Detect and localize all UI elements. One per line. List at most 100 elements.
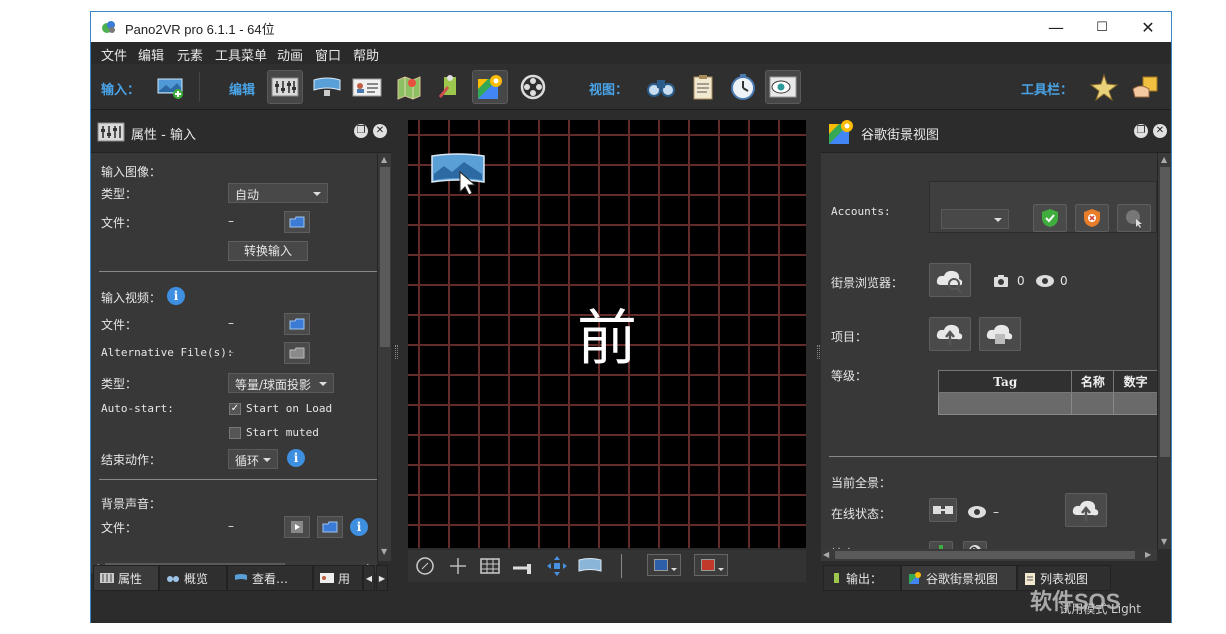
street-browser-button[interactable] — [929, 263, 971, 297]
tour-icon — [438, 75, 456, 98]
table-row[interactable] — [937, 392, 1158, 415]
open-image-file-button[interactable] — [284, 211, 310, 233]
section-divider — [99, 271, 377, 272]
face-label: 前 — [577, 304, 637, 374]
accounts-select[interactable] — [941, 209, 1009, 229]
end-action-select[interactable]: 循环 — [228, 449, 278, 469]
open-alt-files-button[interactable] — [284, 342, 310, 364]
crosshair-button[interactable] — [446, 555, 470, 577]
app-logo-icon — [102, 21, 115, 33]
id-card-icon — [352, 78, 382, 97]
compass-button[interactable] — [413, 555, 437, 577]
start-muted-label: Start muted — [246, 426, 319, 439]
close-panel-icon[interactable]: ✕ — [1153, 124, 1167, 138]
tour-browser-button[interactable] — [431, 70, 467, 104]
levels-table[interactable]: Tag 名称 数字 — [937, 370, 1158, 415]
start-on-load-checkbox[interactable]: ✓ — [229, 403, 241, 415]
table-cell[interactable] — [937, 392, 1073, 415]
preview-button[interactable] — [765, 70, 801, 104]
right-splitter-handle[interactable] — [817, 345, 820, 359]
tab-scroll-left[interactable]: ◀ — [363, 565, 375, 591]
info-icon[interactable]: i — [287, 449, 305, 467]
table-header-name[interactable]: 名称 — [1071, 370, 1115, 393]
title-bar: Pano2VR pro 6.1.1 - 64位 — ☐ ✕ — [91, 12, 1171, 42]
image-file-value: – — [228, 214, 234, 228]
menu-elements[interactable]: 元素 — [177, 45, 203, 64]
minimize-button[interactable]: — — [1033, 12, 1079, 42]
float-panel-icon[interactable]: ❐ — [1134, 124, 1148, 138]
animation-button[interactable] — [515, 70, 551, 104]
move-button[interactable] — [545, 555, 569, 577]
tab-output[interactable]: 输出： — [823, 565, 901, 591]
tab-properties[interactable]: 属性 — [93, 565, 159, 591]
tab-overview[interactable]: 概览 — [159, 565, 227, 591]
online-status-label: 在线状态： — [831, 507, 892, 521]
float-panel-icon[interactable]: ❐ — [354, 124, 368, 138]
info-icon[interactable]: i — [167, 287, 185, 305]
panorama-view-icon — [235, 574, 247, 580]
level-label: 等级： — [831, 369, 868, 383]
panorama-viewer[interactable]: 前 — [408, 120, 806, 548]
remove-account-button[interactable] — [1075, 204, 1109, 232]
menu-file[interactable]: 文件 — [101, 45, 127, 64]
clipboard-button[interactable] — [685, 70, 721, 104]
tab-user-data[interactable]: 用 — [313, 565, 363, 591]
user-data-button[interactable] — [349, 70, 385, 104]
menu-window[interactable]: 窗口 — [315, 45, 341, 64]
left-splitter-handle[interactable] — [395, 345, 398, 359]
status-bar: 试用模式 Light — [91, 592, 1171, 623]
street-view-horizontal-scrollbar[interactable]: ◀ ▶ — [821, 549, 1157, 561]
scrollbar-thumb[interactable] — [1160, 167, 1170, 457]
level-button[interactable] — [511, 555, 535, 577]
id-card-icon — [320, 573, 334, 583]
close-panel-icon[interactable]: ✕ — [373, 124, 387, 138]
scrollbar-thumb[interactable] — [835, 551, 1135, 559]
add-account-button[interactable] — [1033, 204, 1067, 232]
table-cell[interactable] — [1113, 392, 1158, 415]
street-view-vertical-scrollbar[interactable]: ▲ ▼ — [1157, 153, 1171, 549]
window-title: Pano2VR pro 6.1.1 - 64位 — [125, 22, 275, 37]
connection-status-button[interactable] — [929, 498, 957, 522]
add-input-button[interactable] — [153, 70, 189, 104]
panorama-button[interactable] — [578, 555, 602, 577]
clock-button[interactable] — [725, 70, 761, 104]
viewing-params-button[interactable] — [309, 70, 345, 104]
grid-color-picker[interactable] — [647, 554, 681, 576]
properties-tool-button[interactable] — [267, 70, 303, 104]
table-cell[interactable] — [1071, 392, 1115, 415]
close-button[interactable]: ✕ — [1125, 12, 1171, 42]
background-sound-heading: 背景声音： — [101, 497, 162, 511]
properties-vertical-scrollbar[interactable]: ▲ ▼ — [377, 153, 391, 561]
line-color-picker[interactable] — [694, 554, 728, 576]
tab-scroll-right[interactable]: ▶ — [376, 565, 388, 591]
compass-icon — [416, 557, 434, 575]
scrollbar-thumb[interactable] — [380, 167, 390, 347]
convert-input-button[interactable]: 转换输入 — [228, 241, 308, 261]
table-header-number[interactable]: 数字 — [1113, 370, 1158, 393]
menu-tools[interactable]: 工具菜单 — [215, 45, 267, 64]
image-type-select[interactable]: 自动 — [228, 183, 328, 203]
open-video-file-button[interactable] — [284, 313, 310, 335]
upload-project-button[interactable] — [929, 317, 971, 351]
menu-help[interactable]: 帮助 — [353, 45, 379, 64]
video-type-select[interactable]: 等量/球面投影 — [228, 373, 334, 393]
play-sound-button[interactable] — [284, 516, 310, 538]
google-street-view-button[interactable] — [472, 70, 508, 104]
stars-tool-button[interactable] — [1086, 70, 1122, 104]
tab-google-street-view[interactable]: 谷歌街景视图 — [901, 565, 1017, 591]
tour-viewer-button[interactable] — [643, 70, 679, 104]
upload-panorama-button[interactable] — [1065, 493, 1107, 527]
table-header-tag[interactable]: Tag — [937, 370, 1073, 393]
hand-tool-button[interactable] — [1128, 70, 1164, 104]
start-muted-checkbox[interactable] — [229, 427, 241, 439]
open-sound-file-button[interactable] — [317, 516, 343, 538]
map-button[interactable] — [391, 70, 427, 104]
maximize-button[interactable]: ☐ — [1079, 12, 1125, 42]
menu-animation[interactable]: 动画 — [277, 45, 303, 64]
tab-viewer[interactable]: 查看… — [227, 565, 313, 591]
publish-project-button[interactable] — [979, 317, 1021, 351]
grid-toggle-button[interactable] — [478, 555, 502, 577]
menu-edit[interactable]: 编辑 — [138, 45, 164, 64]
account-settings-button[interactable] — [1117, 204, 1151, 232]
info-icon[interactable]: i — [350, 518, 368, 536]
